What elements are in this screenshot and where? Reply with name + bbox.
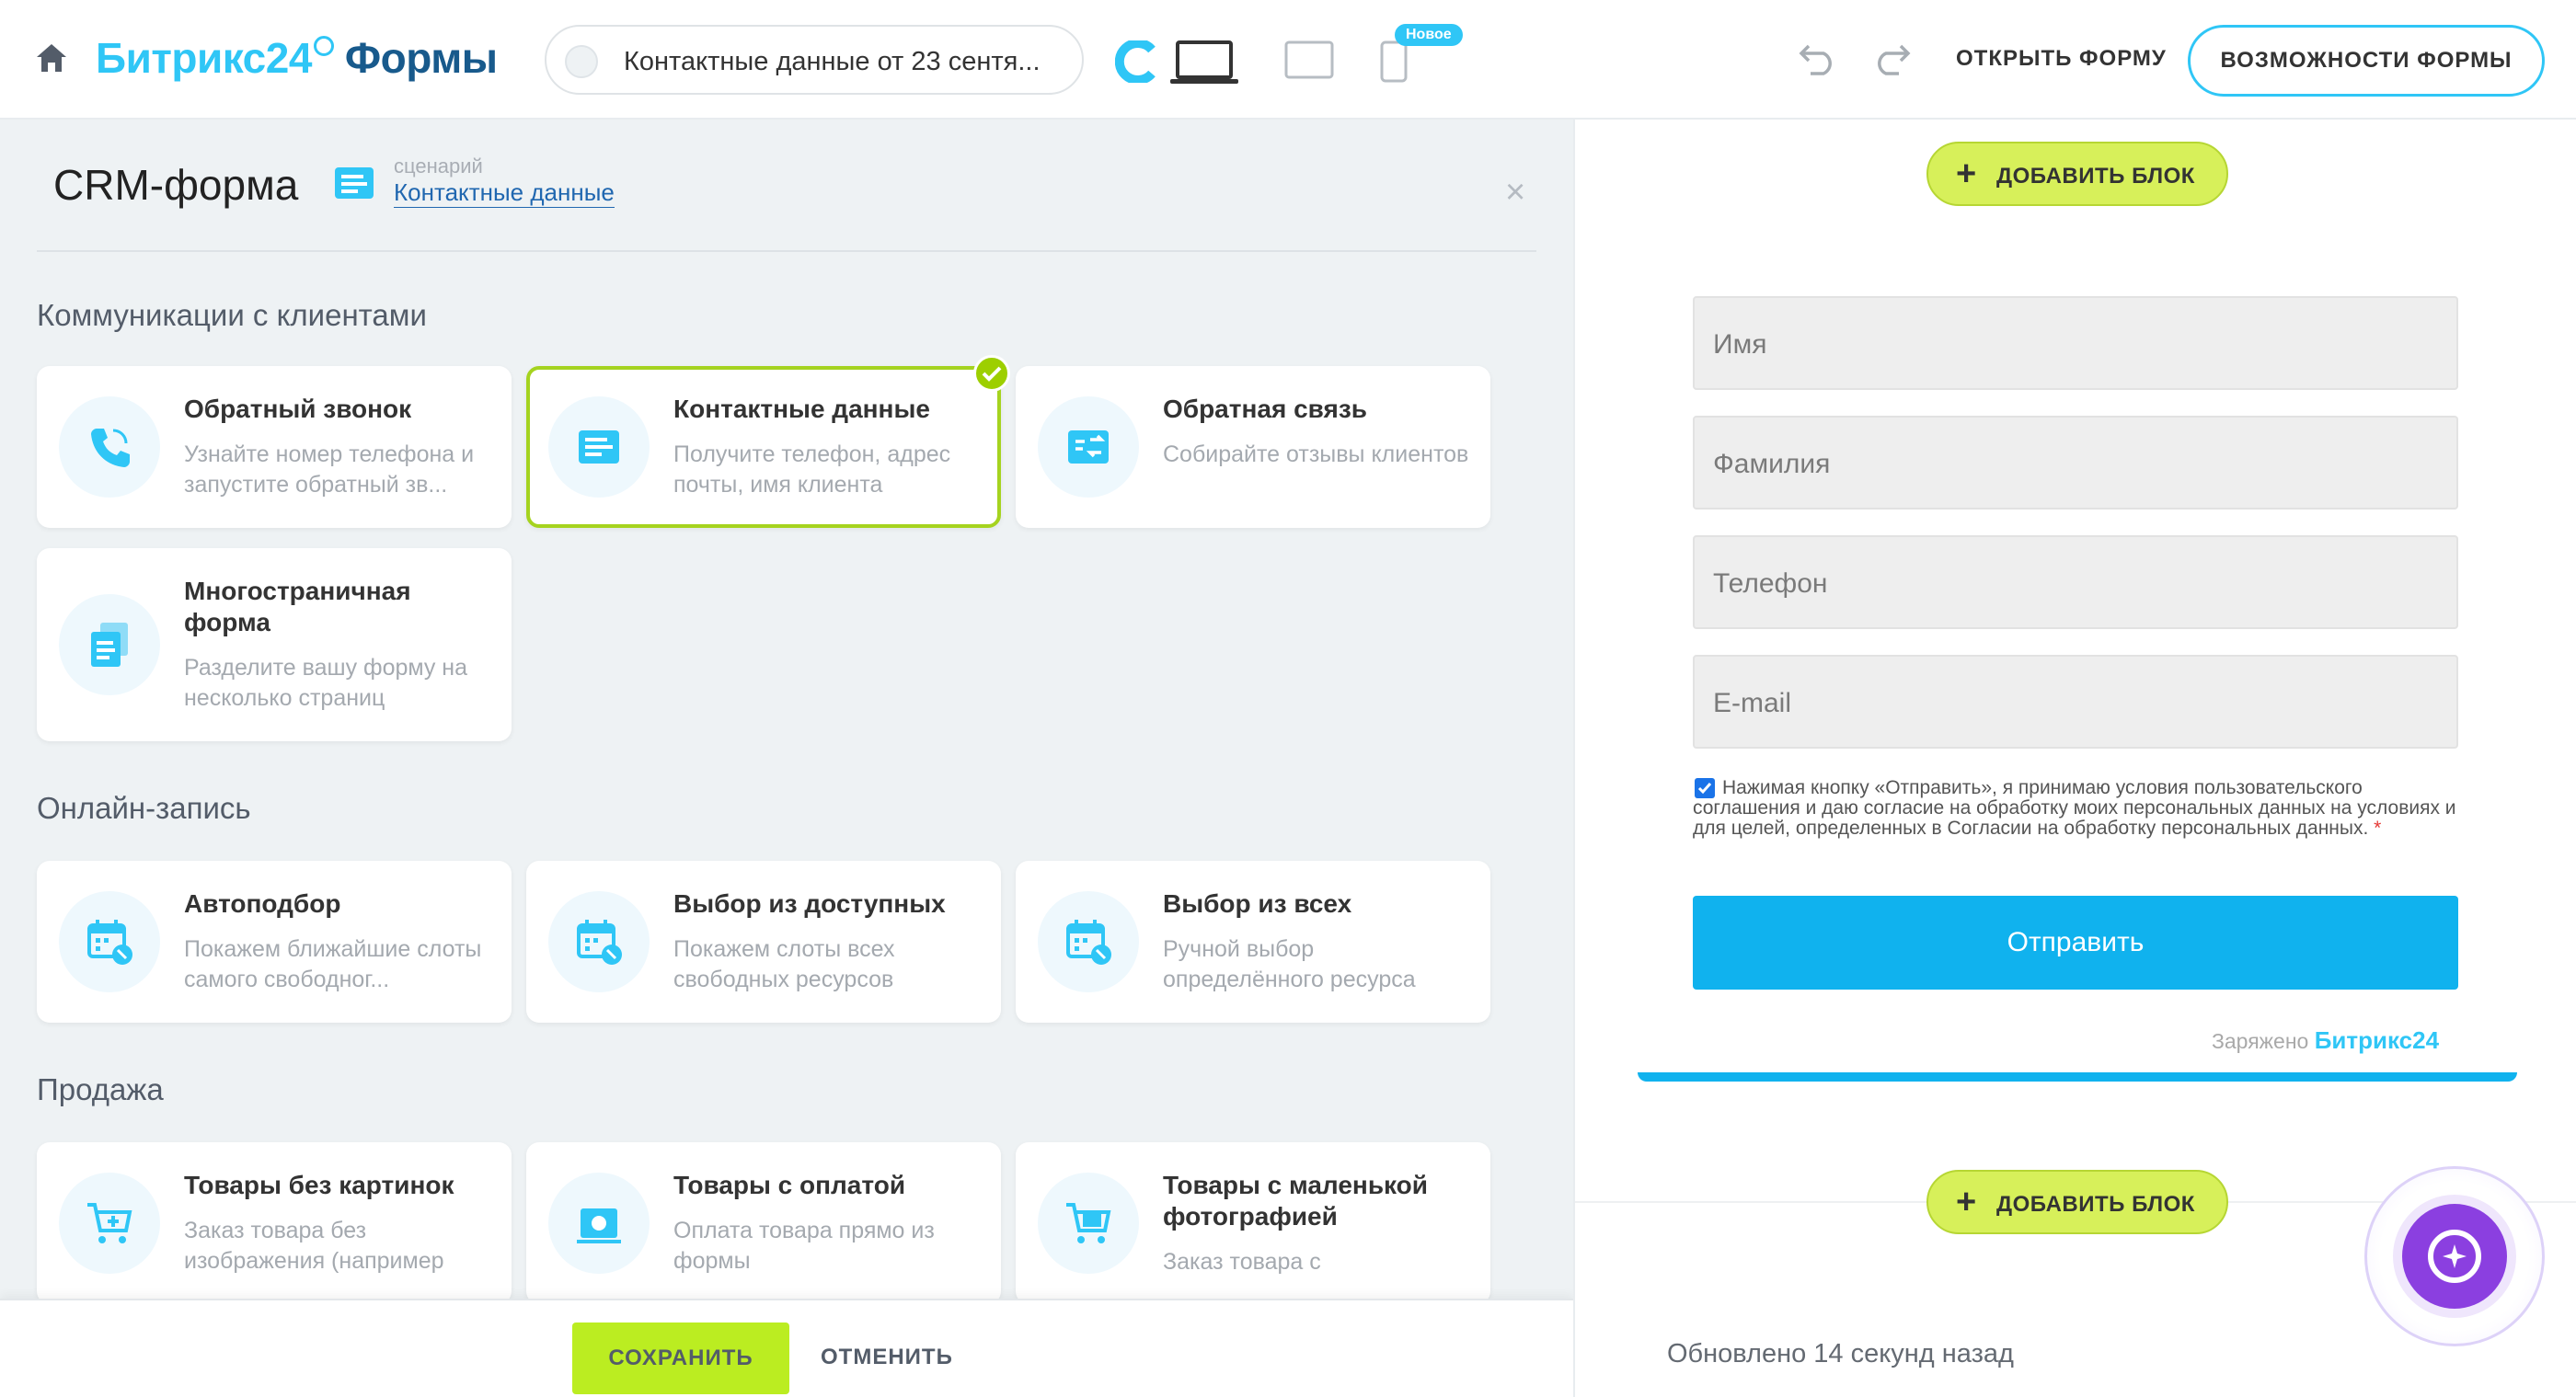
updated-status: Обновлено 14 секунд назад bbox=[1667, 1339, 2014, 1368]
brand-product: Формы bbox=[344, 34, 498, 82]
brand-name: Битрикс24 bbox=[96, 34, 312, 82]
divider bbox=[37, 250, 1536, 252]
clock-icon bbox=[313, 36, 334, 56]
panel-title: CRM-форма bbox=[53, 161, 299, 209]
surname-placeholder: Фамилия bbox=[1713, 449, 1831, 479]
desktop-view-icon[interactable] bbox=[1170, 39, 1238, 86]
scenario-card-choose-all[interactable]: Выбор из всех Ручной выбор определённого… bbox=[1016, 861, 1490, 1023]
powered-prefix: Заряжено bbox=[2212, 1029, 2309, 1053]
add-block-label: ДОБАВИТЬ БЛОК bbox=[1996, 1192, 2195, 1217]
card-description: Заказ товара с bbox=[1163, 1249, 1321, 1275]
calendar-icon bbox=[548, 891, 650, 992]
card-title: Обратная связь bbox=[1163, 395, 1367, 423]
scenario-card-products-payment[interactable]: Товары с оплатой Оплата товара прямо из … bbox=[526, 1142, 1001, 1299]
home-icon[interactable] bbox=[35, 42, 68, 74]
contact-card-icon bbox=[548, 396, 650, 498]
scenario-card-contact-data[interactable]: Контактные данные Получите телефон, адре… bbox=[526, 366, 1001, 528]
cancel-button[interactable]: ОТМЕНИТЬ bbox=[821, 1345, 953, 1370]
close-icon[interactable]: × bbox=[1505, 175, 1525, 210]
card-description: Собирайте отзывы клиентов bbox=[1163, 441, 1469, 467]
plus-icon: + bbox=[1956, 155, 1977, 193]
agreement-text: Нажимая кнопку «Отправить», я принимаю у… bbox=[1693, 778, 2458, 839]
top-header: Битрикс24 Формы Контактные данные от 23 с… bbox=[0, 0, 2576, 120]
agreement-checkbox[interactable] bbox=[1695, 778, 1715, 798]
add-block-button[interactable]: + ДОБАВИТЬ БЛОК bbox=[1926, 142, 2228, 206]
scenario-card-feedback[interactable]: Обратная связь Собирайте отзывы клиентов bbox=[1016, 366, 1490, 528]
card-description: Покажем ближайшие слоты самого свободног… bbox=[184, 936, 482, 992]
powered-by[interactable]: Заряжено Битрикс24 bbox=[2212, 1026, 2439, 1055]
tablet-view-icon[interactable] bbox=[1284, 40, 1334, 79]
card-description: Заказ товара без изображения (например bbox=[184, 1218, 444, 1274]
scenario-card-multipage[interactable]: Многостраничная форма Разделите вашу фор… bbox=[37, 548, 512, 741]
surname-field[interactable]: Фамилия bbox=[1693, 416, 2458, 510]
required-star: * bbox=[2374, 818, 2382, 839]
scenario-card-choose-available[interactable]: Выбор из доступных Покажем слоты всех св… bbox=[526, 861, 1001, 1023]
card-title: Товары с маленькой фотографией bbox=[1163, 1171, 1428, 1231]
card-title: Выбор из доступных bbox=[673, 889, 946, 918]
scenario-card-products-small-photo[interactable]: Товары с маленькой фотографией Заказ тов… bbox=[1016, 1142, 1490, 1299]
card-description: Покажем слоты всех свободных ресурсов bbox=[673, 936, 895, 992]
scenario-icon bbox=[335, 167, 374, 199]
agreement-label: Нажимая кнопку «Отправить», я принимаю у… bbox=[1693, 777, 2456, 839]
scenario-card-products-no-images[interactable]: Товары без картинок Заказ товара без изо… bbox=[37, 1142, 512, 1299]
section-title-sales: Продажа bbox=[37, 1072, 164, 1106]
loader-icon bbox=[1115, 40, 1156, 83]
plus-icon: + bbox=[1956, 1183, 1977, 1221]
scenario-label: сценарий bbox=[394, 155, 483, 177]
section-title-booking: Онлайн-запись bbox=[37, 791, 251, 825]
card-title: Многостраничная форма bbox=[184, 577, 411, 636]
form-features-button[interactable]: ВОЗМОЖНОСТИ ФОРМЫ bbox=[2188, 25, 2545, 97]
cart-photo-icon bbox=[1038, 1173, 1139, 1274]
save-button[interactable]: СОХРАНИТЬ bbox=[572, 1323, 789, 1394]
section-title-communications: Коммуникации с клиентами bbox=[37, 298, 427, 332]
card-description: Разделите вашу форму на несколько страни… bbox=[184, 655, 468, 711]
calendar-icon bbox=[1038, 891, 1139, 992]
name-field[interactable]: Имя bbox=[1693, 296, 2458, 390]
redo-icon[interactable] bbox=[1871, 42, 1912, 75]
form-bottom-border bbox=[1638, 1072, 2517, 1082]
bottom-action-bar: СОХРАНИТЬ ОТМЕНИТЬ bbox=[0, 1299, 1573, 1397]
assistant-icon bbox=[2402, 1204, 2507, 1309]
add-block-button[interactable]: + ДОБАВИТЬ БЛОК bbox=[1926, 1170, 2228, 1234]
card-title: Контактные данные bbox=[673, 395, 930, 423]
mobile-view-icon[interactable] bbox=[1380, 40, 1408, 83]
phone-field[interactable]: Телефон bbox=[1693, 535, 2458, 629]
phone-icon bbox=[59, 396, 160, 498]
card-title: Выбор из всех bbox=[1163, 889, 1352, 918]
scenario-link[interactable]: Контактные данные bbox=[394, 178, 615, 208]
image-thumbnail-icon bbox=[565, 45, 598, 78]
undo-icon[interactable] bbox=[1798, 42, 1838, 75]
card-title: Обратный звонок bbox=[184, 395, 412, 423]
powered-brand: Битрикс24 bbox=[2314, 1026, 2440, 1054]
open-form-link[interactable]: ОТКРЫТЬ ФОРМУ bbox=[1956, 46, 2167, 72]
card-title: Автоподбор bbox=[184, 889, 341, 918]
email-field[interactable]: E-mail bbox=[1693, 655, 2458, 749]
payment-icon bbox=[548, 1173, 650, 1274]
selected-check-icon bbox=[973, 355, 1010, 392]
scenario-card-callback[interactable]: Обратный звонок Узнайте номер телефона и… bbox=[37, 366, 512, 528]
submit-button[interactable]: Отправить bbox=[1693, 896, 2458, 990]
cart-icon bbox=[59, 1173, 160, 1274]
card-description: Узнайте номер телефона и запустите обрат… bbox=[184, 441, 475, 498]
new-badge: Новое bbox=[1395, 24, 1463, 46]
phone-placeholder: Телефон bbox=[1713, 568, 1828, 599]
feedback-icon bbox=[1038, 396, 1139, 498]
card-description: Получите телефон, адрес почты, имя клиен… bbox=[673, 441, 951, 498]
form-title-text: Контактные данные от 23 сентя... bbox=[624, 47, 1041, 76]
app-logo[interactable]: Битрикс24 Формы bbox=[96, 33, 498, 83]
card-title: Товары без картинок bbox=[184, 1171, 454, 1199]
email-placeholder: E-mail bbox=[1713, 688, 1792, 718]
ai-assistant-button[interactable] bbox=[2364, 1166, 2545, 1346]
pages-icon bbox=[59, 594, 160, 695]
form-title-field[interactable]: Контактные данные от 23 сентя... bbox=[545, 25, 1084, 95]
scenario-panel: CRM-форма сценарий Контактные данные × К… bbox=[0, 120, 1573, 1299]
card-description: Ручной выбор определённого ресурса bbox=[1163, 936, 1416, 992]
scenario-card-autoselect[interactable]: Автоподбор Покажем ближайшие слоты самог… bbox=[37, 861, 512, 1023]
name-placeholder: Имя bbox=[1713, 329, 1767, 360]
card-title: Товары с оплатой bbox=[673, 1171, 906, 1199]
calendar-icon bbox=[59, 891, 160, 992]
card-description: Оплата товара прямо из формы bbox=[673, 1218, 935, 1274]
add-block-label: ДОБАВИТЬ БЛОК bbox=[1996, 164, 2195, 189]
